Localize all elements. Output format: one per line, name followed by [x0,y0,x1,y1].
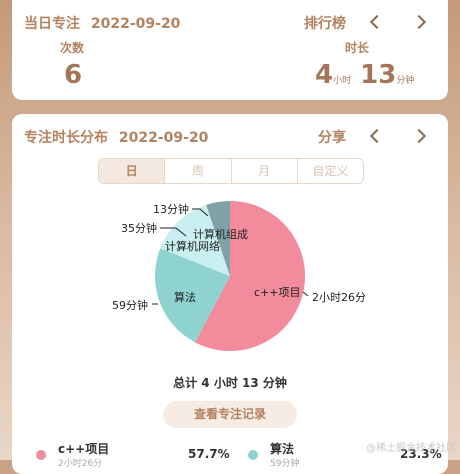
slice-label-algorithm: 算法 [174,290,196,304]
view-records-button[interactable]: 查看专注记录 [163,401,297,428]
legend-dot-algorithm [248,450,258,460]
slice-label-organization: 计算机组成 [193,227,248,241]
value-label-algorithm: 59分钟 [112,298,148,312]
total-duration: 总计 4 小时 13 分钟 [173,376,287,390]
legend-percent-cpp: 57.7% [188,447,230,461]
slice-label-network: 计算机网络 [165,239,220,253]
leader-line-cpp [302,291,309,297]
legend-name-algorithm: 算法 [270,442,295,456]
legend-sub-cpp: 2小时26分 [58,459,103,469]
slice-label-cpp: c++项目 [254,286,300,299]
legend-dot-cpp [36,450,46,460]
value-label-organization: 13分钟 [153,202,189,216]
legend-sub-algorithm: 59分钟 [270,459,300,469]
pie-chart: c++项目 算法 计算机网络计算机组成 2小时26分 59分钟 35分钟 13分钟 [112,201,366,351]
value-label-network: 35分钟 [121,221,157,235]
value-label-cpp: 2小时26分 [312,291,366,304]
legend-name-cpp: c++项目 [58,442,110,456]
watermark: @稀土掘金技术社区 [366,443,456,454]
